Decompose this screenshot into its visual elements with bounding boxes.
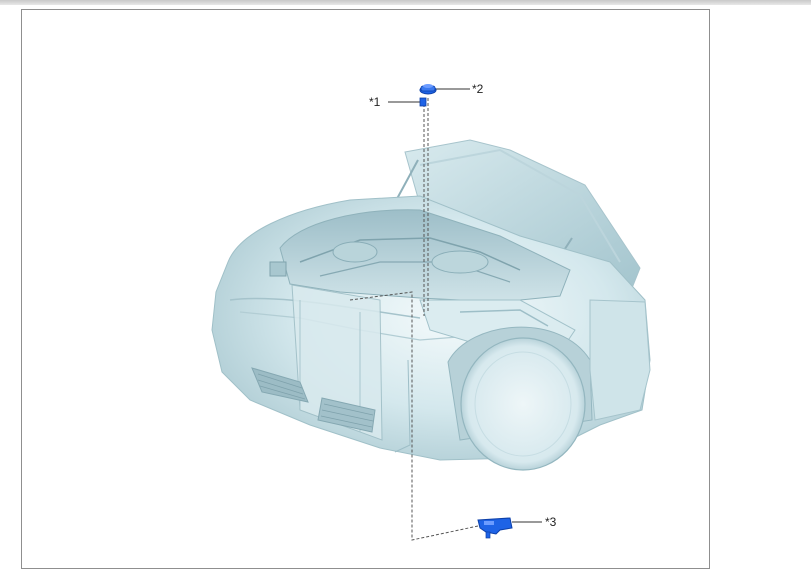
- callout-3: *3: [545, 515, 557, 529]
- callout-1: *1: [369, 95, 381, 109]
- front-wheel: [460, 337, 586, 471]
- cap-nut-icon: [419, 84, 437, 95]
- vehicle-illustration: [211, 84, 651, 541]
- bracket-clamp-icon: [477, 517, 513, 539]
- small-clip-icon: [419, 97, 427, 107]
- callout-2: *2: [472, 82, 484, 96]
